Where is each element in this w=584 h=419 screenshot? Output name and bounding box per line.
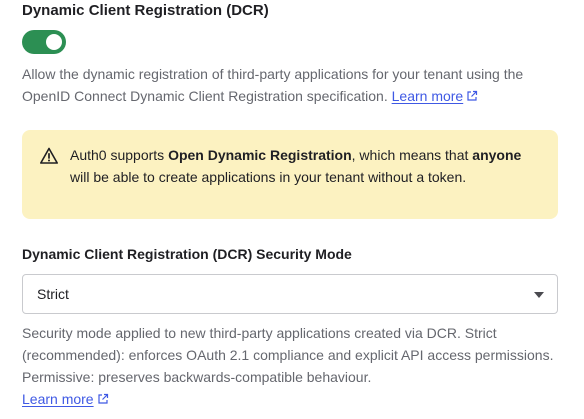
warning-bold-open-dcr: Open Dynamic Registration [168,147,352,163]
external-link-icon [97,393,108,404]
security-mode-help-text: Security mode applied to new third-party… [22,325,554,385]
security-mode-learn-more-link[interactable]: Learn more [22,391,109,407]
external-link-icon [467,90,478,101]
caret-down-icon [534,292,544,298]
open-registration-warning: Auth0 supports Open Dynamic Registration… [22,130,558,219]
dcr-description: Allow the dynamic registration of third-… [22,63,558,107]
security-mode-select[interactable]: Strict [22,274,558,314]
warning-bold-anyone: anyone [472,147,522,163]
dcr-toggle[interactable] [22,30,66,54]
warning-message: Auth0 supports Open Dynamic Registration… [70,147,522,185]
security-mode-label: Dynamic Client Registration (DCR) Securi… [22,246,352,262]
security-mode-help: Security mode applied to new third-party… [22,322,558,410]
dcr-section-title: Dynamic Client Registration (DCR) [22,2,269,19]
toggle-knob [46,34,62,50]
security-mode-selected-value: Strict [37,286,69,302]
dcr-learn-more-link[interactable]: Learn more [392,88,479,104]
warning-icon [40,147,58,164]
